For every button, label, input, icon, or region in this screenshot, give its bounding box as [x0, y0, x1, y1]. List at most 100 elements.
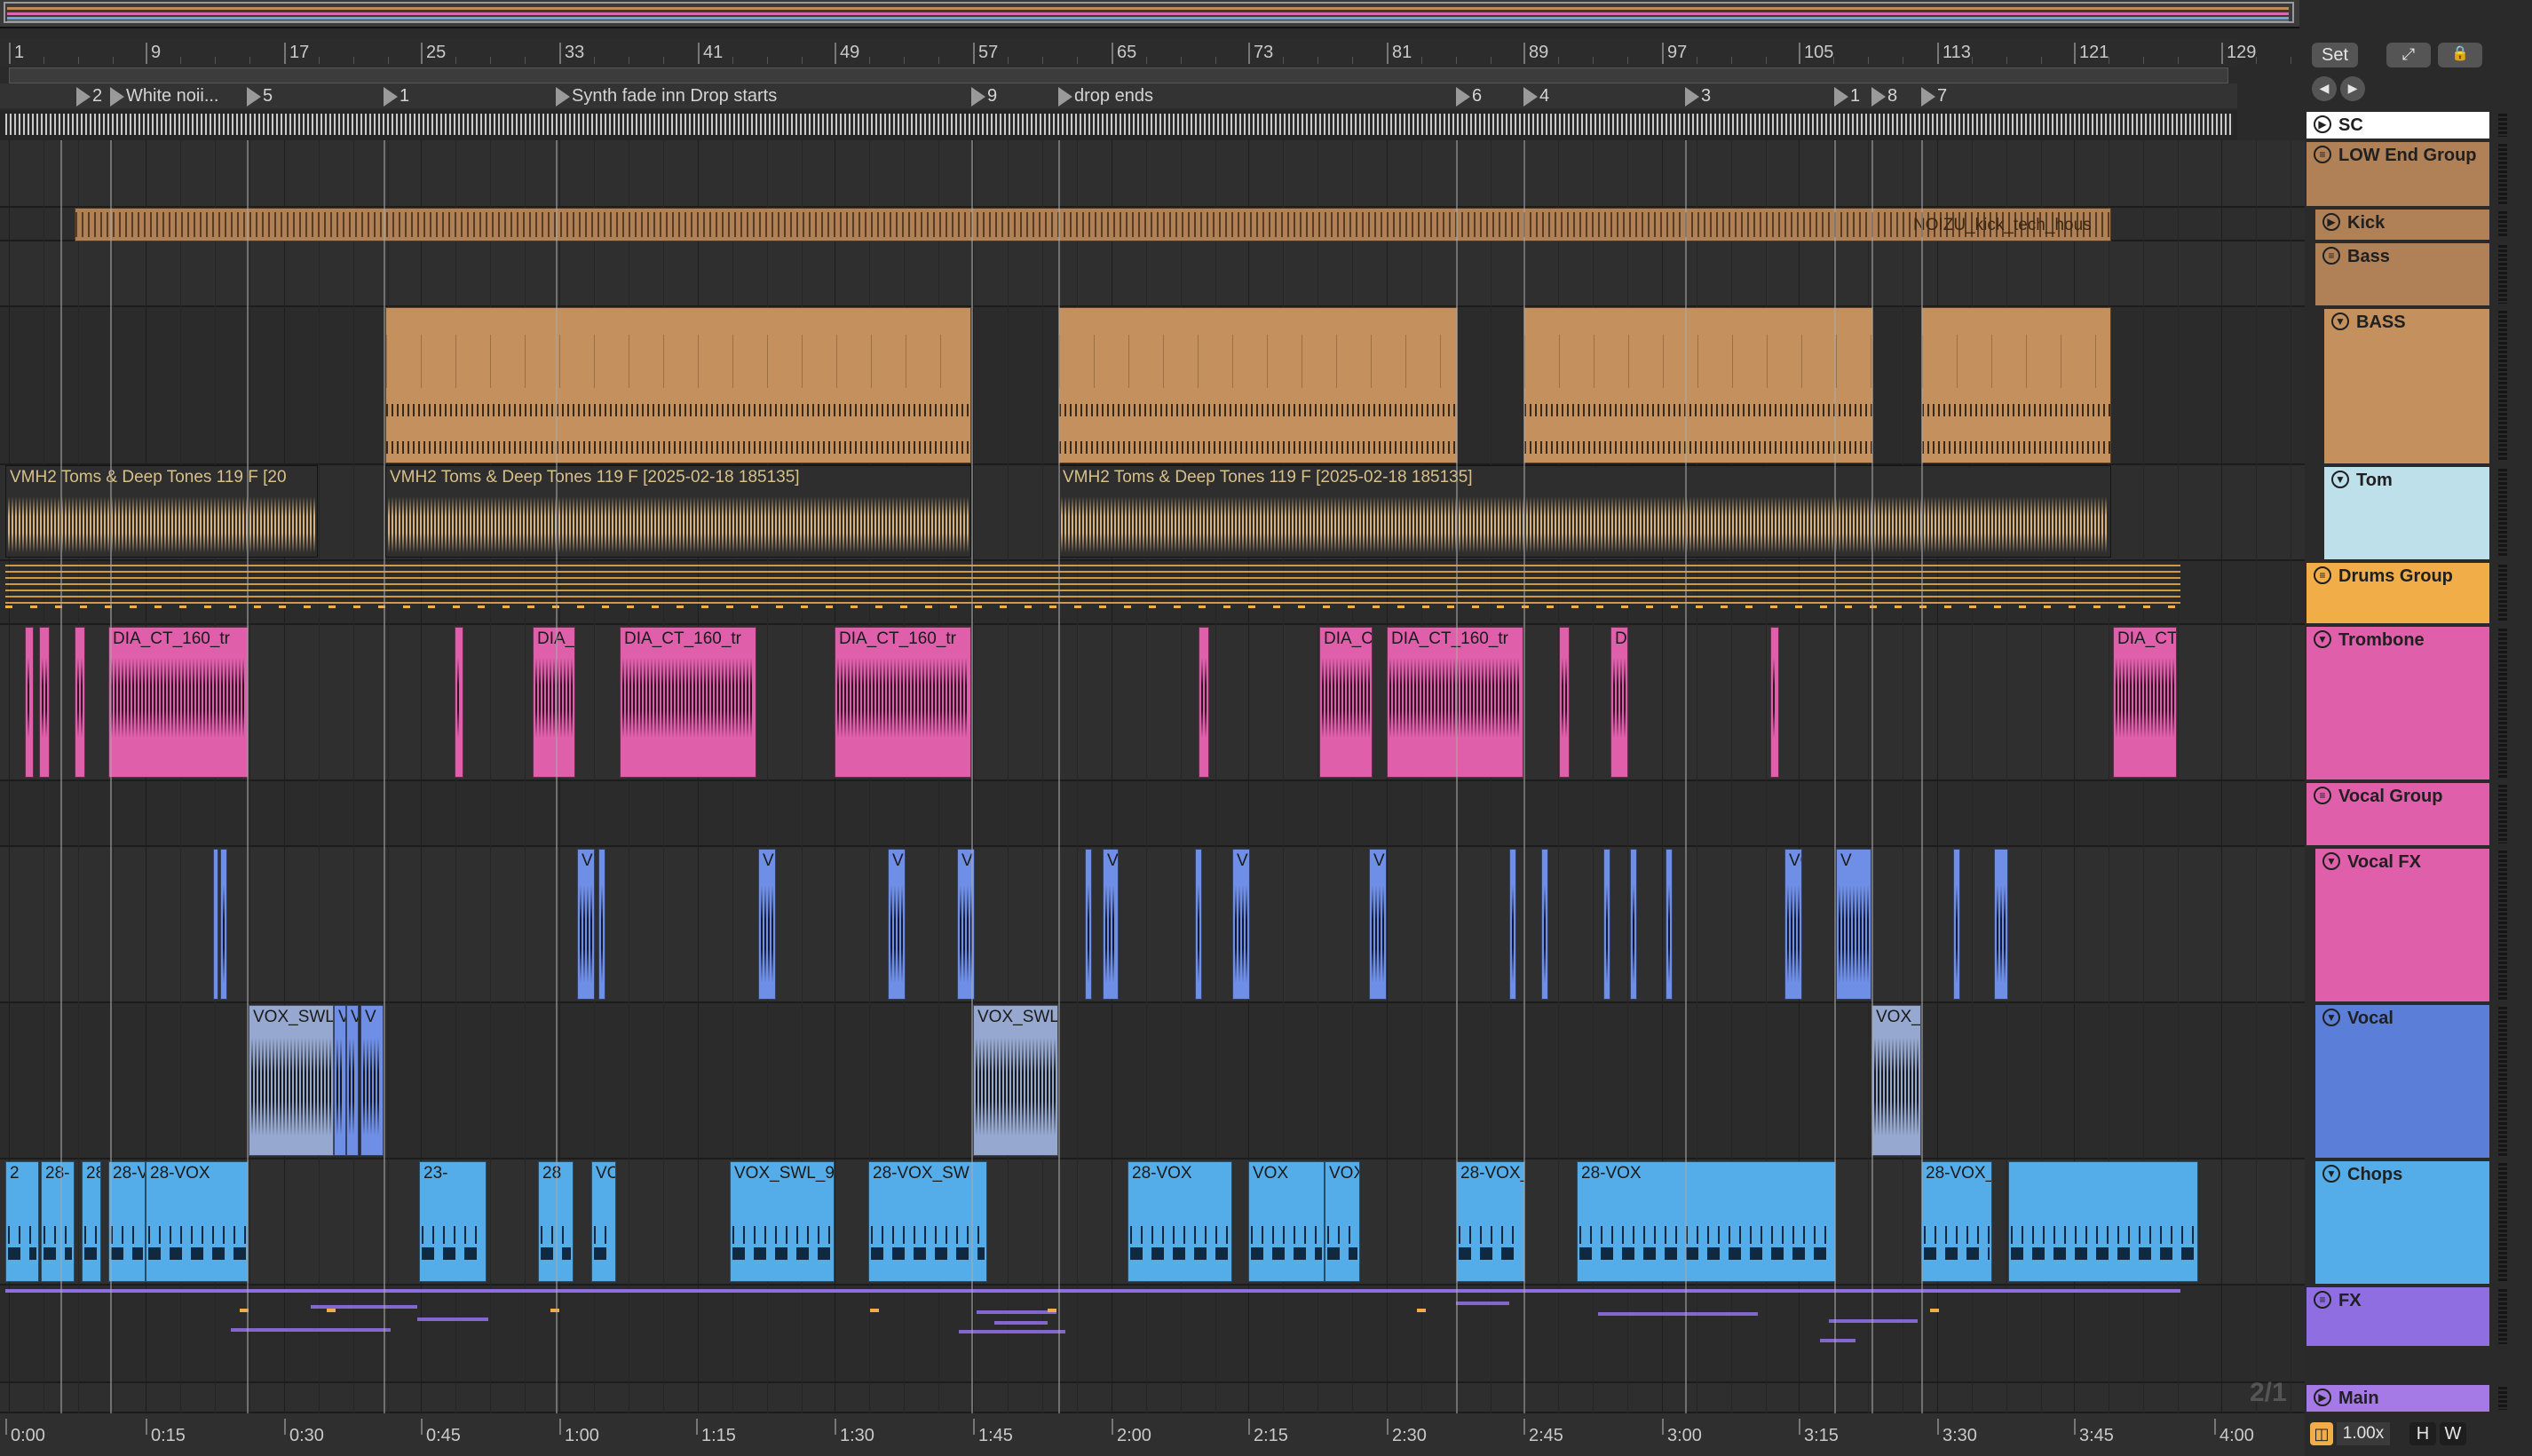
track-fold-icon[interactable]: ≡	[2314, 1291, 2331, 1309]
sc-track-header[interactable]: ▶ SC	[2305, 110, 2491, 140]
chops-clip[interactable]: 28-	[82, 1161, 101, 1282]
beat-ruler-scroll-bar[interactable]	[9, 67, 2228, 83]
expand-icon[interactable]: ⤢	[2386, 43, 2431, 67]
track-fold-icon[interactable]: ▼	[2331, 471, 2349, 488]
time-ruler[interactable]: 0:00 0:15 0:30 0:45 1:00 1:15 1:30 1:45 2:00 2:15…	[0, 1413, 2308, 1456]
track-fold-icon[interactable]: ▼	[2322, 1009, 2340, 1026]
chops-clip[interactable]: 28-VOX_SW	[868, 1161, 987, 1282]
vocal-fx-clip[interactable]	[1541, 849, 1548, 1000]
bass-clip[interactable]	[1921, 307, 2111, 463]
locator-marker[interactable]	[1921, 87, 1935, 107]
bass-track-header[interactable]: ▼ BASS	[2322, 307, 2491, 465]
vocal-group-header[interactable]: ≡ Vocal Group	[2305, 781, 2491, 847]
vocal-fx-clip[interactable]	[1603, 849, 1610, 1000]
beat-time-ruler[interactable]: 1 9 17 25 33 41 49 57 65 73 81 89 97 105 113 121 129	[0, 39, 2326, 66]
locator-marker[interactable]	[1523, 87, 1538, 107]
back-arrow-icon[interactable]: ◀	[2312, 76, 2337, 101]
trombone-clip[interactable]: DIA_CT	[2113, 627, 2177, 778]
vocal-fx-clip[interactable]	[1509, 849, 1516, 1000]
chops-clip[interactable]: 28-VOX	[146, 1161, 249, 1282]
track-fold-icon[interactable]: ▶	[2314, 115, 2331, 133]
kick-track-header[interactable]: ▶ Kick	[2314, 208, 2491, 241]
trombone-clip[interactable]: DIA_CT_160_tr	[835, 627, 971, 778]
locator-marker[interactable]	[247, 87, 261, 107]
vocal-clip[interactable]: VOX_SWL	[249, 1005, 334, 1156]
trombone-clip[interactable]: DIA_CT_160_tr	[620, 627, 756, 778]
vocal-fx-clip[interactable]	[1085, 849, 1092, 1000]
vocal-fx-clip[interactable]: VOX	[1784, 849, 1802, 1000]
locator-marker[interactable]	[1834, 87, 1848, 107]
chops-clip[interactable]: 23-	[419, 1161, 487, 1282]
tom-clip[interactable]: VMH2 Toms & Deep Tones 119 F [2025-02-18…	[1058, 465, 2111, 558]
locator-lane[interactable]: 2 White noii... 5 1 Synth fade inn Drop star…	[0, 83, 2237, 108]
kick-clip[interactable]: NOIZU_kick_tech_hous	[75, 208, 2111, 241]
track-fold-icon[interactable]: ▶	[2322, 213, 2340, 231]
chops-clip[interactable]: 28-VOX	[1577, 1161, 1836, 1282]
vocal-fx-clip[interactable]	[598, 849, 605, 1000]
overview-visible-range[interactable]	[4, 2, 2294, 23]
fx-lane[interactable]	[0, 1286, 2308, 1383]
tom-clip[interactable]: VMH2 Toms & Deep Tones 119 F [2025-02-18…	[385, 465, 971, 558]
fx-track-header[interactable]: ≡ FX	[2305, 1286, 2491, 1348]
track-fold-icon[interactable]: ▼	[2322, 1165, 2340, 1183]
main-lane[interactable]	[0, 1383, 2308, 1413]
chops-clip[interactable]: VOX	[1248, 1161, 1325, 1282]
trombone-lane[interactable]	[0, 625, 2308, 781]
vocal-fx-clip[interactable]	[1666, 849, 1673, 1000]
trombone-clip[interactable]: DIA_	[533, 627, 575, 778]
zoom-percent[interactable]: 1.00x	[2337, 1422, 2390, 1445]
locator-marker[interactable]	[76, 87, 91, 107]
trombone-clip[interactable]: DI	[1610, 627, 1628, 778]
vocal-fx-clip[interactable]	[213, 849, 218, 1000]
trombone-clip[interactable]: DIA_CT_160_tr	[1387, 627, 1523, 778]
trombone-clip[interactable]	[1559, 627, 1570, 778]
trombone-track-header[interactable]: ▼ Trombone	[2305, 625, 2491, 781]
lock-icon[interactable]: 🔒	[2438, 43, 2482, 67]
vocal-clip[interactable]: V	[360, 1005, 384, 1156]
chops-clip[interactable]: VOX_S\	[1325, 1161, 1360, 1282]
locator-marker[interactable]	[556, 87, 570, 107]
track-fold-icon[interactable]: ≡	[2322, 247, 2340, 265]
vocal-clip[interactable]: V	[334, 1005, 346, 1156]
locator-marker[interactable]	[1058, 87, 1072, 107]
vocal-fx-clip[interactable]: V	[1232, 849, 1250, 1000]
chops-clip[interactable]: 28-VOX_SW	[108, 1161, 146, 1282]
low-end-group-lane[interactable]	[0, 140, 2308, 208]
vocal-fx-clip[interactable]: V	[888, 849, 906, 1000]
chops-clip[interactable]: VOX_SWL_90	[730, 1161, 835, 1282]
track-fold-icon[interactable]: ▼	[2322, 852, 2340, 870]
vocal-fx-clip[interactable]: V	[577, 849, 595, 1000]
vocal-fx-clip[interactable]: V	[758, 849, 776, 1000]
drums-group-header[interactable]: ≡ Drums Group	[2305, 561, 2491, 625]
tom-track-header[interactable]: ▼ Tom	[2322, 465, 2491, 561]
vocal-fx-clip[interactable]	[1994, 849, 2008, 1000]
vocal-fx-clip[interactable]	[220, 849, 227, 1000]
trombone-clip[interactable]	[1770, 627, 1779, 778]
trombone-clip[interactable]	[39, 627, 50, 778]
locator-marker[interactable]	[110, 87, 124, 107]
locator-marker[interactable]	[384, 87, 398, 107]
vocal-fx-lane[interactable]	[0, 847, 2308, 1003]
locator-marker[interactable]	[1456, 87, 1470, 107]
chops-clip[interactable]: 28-	[41, 1161, 75, 1282]
trombone-clip[interactable]	[1199, 627, 1209, 778]
tom-clip[interactable]: VMH2 Toms & Deep Tones 119 F [20	[5, 465, 318, 558]
track-lanes[interactable]: NOIZU_kick_tech_hous VMH2 Toms & Deep Ton…	[0, 140, 2308, 1417]
main-track-header[interactable]: ▶ Main	[2305, 1383, 2491, 1413]
bass-group-header[interactable]: ≡ Bass	[2314, 241, 2491, 307]
vocal-group-lane[interactable]	[0, 781, 2308, 847]
locator-marker[interactable]	[971, 87, 985, 107]
h-button[interactable]: H	[2409, 1422, 2436, 1445]
track-fold-icon[interactable]: ▼	[2314, 630, 2331, 648]
vocal-fx-clip[interactable]	[1953, 849, 1960, 1000]
vocal-fx-clip[interactable]	[1630, 849, 1637, 1000]
chops-clip[interactable]: VOX_SWL_9	[591, 1161, 616, 1282]
waveform-zoom-icon[interactable]: ◫	[2310, 1422, 2333, 1445]
set-button[interactable]: Set	[2312, 43, 2358, 67]
vocal-fx-clip[interactable]: V	[1369, 849, 1387, 1000]
track-fold-icon[interactable]: ▼	[2331, 313, 2349, 330]
chops-clip[interactable]	[2008, 1161, 2198, 1282]
chops-clip[interactable]: 28-VOX_SWL_90_vocal_hook	[1456, 1161, 1525, 1282]
arrangement-overview[interactable]	[0, 0, 2299, 28]
bass-lane[interactable]	[0, 241, 2308, 307]
